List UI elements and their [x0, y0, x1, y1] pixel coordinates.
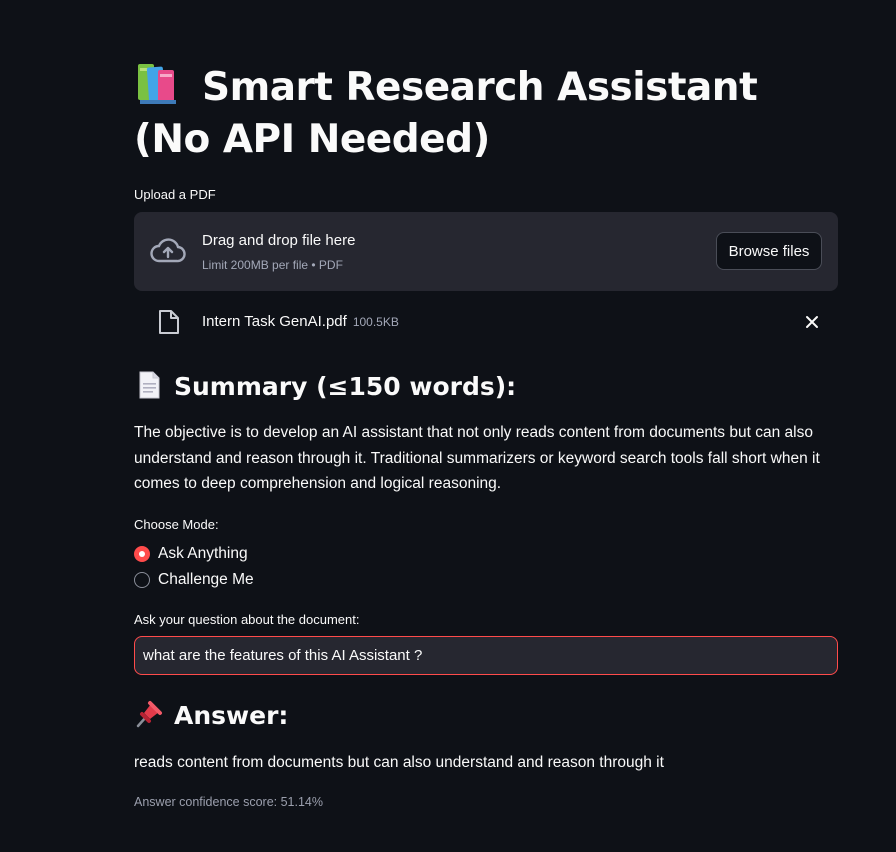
answer-heading: Answer:: [134, 699, 288, 733]
dropzone-instructions: Drag and drop file here: [202, 232, 356, 249]
page-title-text: Smart Research Assistant (No API Needed): [134, 65, 758, 162]
summary-heading-text: Summary (≤150 words):: [174, 372, 517, 401]
page-title: Smart Research Assistant (No API Needed): [134, 62, 838, 166]
file-icon: [158, 309, 180, 335]
radio-challenge-me[interactable]: Challenge Me: [134, 569, 254, 591]
confidence-score: Answer confidence score: 51.14%: [134, 795, 323, 809]
file-name-text: Intern Task GenAI.pdf: [202, 313, 347, 330]
remove-file-close-icon[interactable]: [804, 314, 820, 330]
summary-text: The objective is to develop an AI assist…: [134, 424, 820, 492]
radio-challenge-me-label: Challenge Me: [158, 571, 254, 588]
page-facing-up-emoji-icon: [134, 370, 164, 400]
answer-heading-text: Answer:: [174, 701, 289, 730]
books-emoji-icon: [134, 62, 186, 106]
radio-ask-anything-label: Ask Anything: [158, 545, 248, 562]
radio-unchecked-icon: [134, 572, 150, 588]
pushpin-emoji-icon: [134, 699, 164, 729]
uploaded-file-row: Intern Task GenAI.pdf 100.5KB: [134, 306, 838, 340]
dropzone-limit-text: Limit 200MB per file • PDF: [202, 258, 343, 272]
mode-label: Choose Mode:: [134, 517, 219, 532]
browse-files-button[interactable]: Browse files: [716, 232, 822, 270]
radio-checked-icon: [134, 546, 150, 562]
radio-ask-anything[interactable]: Ask Anything: [134, 543, 248, 565]
question-input[interactable]: [134, 636, 838, 675]
answer-text: reads content from documents but can als…: [134, 754, 664, 771]
cloud-upload-icon: [150, 236, 186, 266]
uploaded-file-name: Intern Task GenAI.pdf 100.5KB: [202, 313, 399, 330]
file-size: 100.5KB: [352, 315, 399, 329]
file-dropzone[interactable]: Drag and drop file here Limit 200MB per …: [134, 212, 838, 291]
summary-heading: Summary (≤150 words):: [134, 370, 516, 404]
upload-label: Upload a PDF: [134, 187, 216, 202]
question-label: Ask your question about the document:: [134, 612, 360, 627]
